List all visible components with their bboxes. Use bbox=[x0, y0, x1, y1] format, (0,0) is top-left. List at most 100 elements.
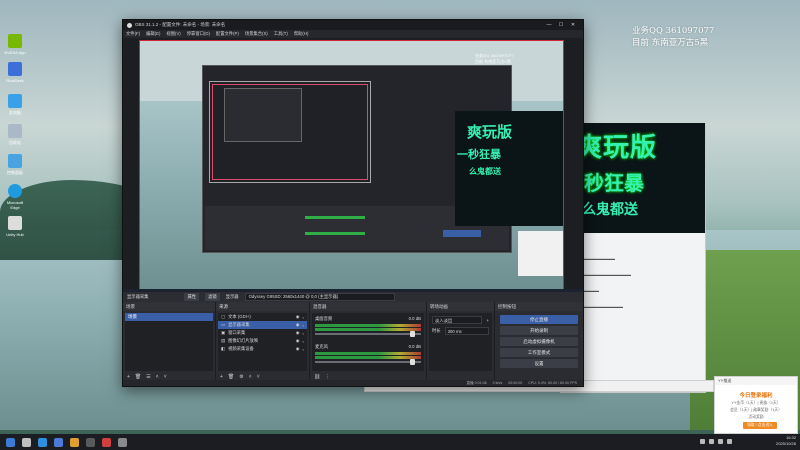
obs-titlebar: OBS 31.1.2 - 配置文件: 未命名 - 场景: 未命名 — ☐ ✕ bbox=[123, 20, 583, 30]
filter-icon[interactable]: ☰ bbox=[146, 374, 150, 380]
menu-view[interactable]: 视图(V) bbox=[166, 31, 180, 37]
source-item[interactable]: ▭ 显示器采集 ◉ ▫ bbox=[218, 321, 307, 329]
start-icon[interactable] bbox=[6, 437, 15, 447]
filters-button[interactable]: 滤镜 bbox=[205, 293, 220, 301]
clock[interactable]: 16:32 2025/10/28 bbox=[776, 435, 796, 447]
taskbar-app-icon[interactable] bbox=[38, 437, 47, 447]
lock-icon[interactable]: ▫ bbox=[302, 331, 304, 336]
slider-knob[interactable] bbox=[410, 331, 415, 337]
obs-window-title: OBS 31.1.2 - 配置文件: 未命名 - 场景: 未命名 bbox=[135, 22, 226, 27]
source-item[interactable]: ▣ 窗口采集 ◉ ▫ bbox=[218, 329, 307, 337]
link-icon[interactable]: ⛓ bbox=[314, 374, 320, 380]
watermark-line-1: 业务QQ 361097077 bbox=[632, 26, 715, 36]
mixer-channel-db: 0.0 dB bbox=[408, 344, 421, 349]
slider-knob[interactable] bbox=[410, 359, 415, 365]
notification-button[interactable]: 领取 / 点击进入 bbox=[743, 422, 777, 429]
stop-streaming-button[interactable]: 停止直播 bbox=[500, 315, 578, 324]
source-item[interactable]: ▢ 文本 (GDI+) ◉ ▫ bbox=[218, 313, 307, 321]
sources-list[interactable]: ▢ 文本 (GDI+) ◉ ▫ ▭ 显示器采集 ◉ ▫ ▣ 窗口采集 ◉ ▫ ▤ 图像幻灯片放映 ◉ ▫… bbox=[218, 313, 307, 371]
volume-slider[interactable] bbox=[315, 359, 421, 365]
lock-icon[interactable]: ▫ bbox=[302, 347, 304, 352]
menu-file[interactable]: 文件(F) bbox=[126, 31, 140, 37]
display-select[interactable]: Odyssey G95SD: 2560x1440 @ 0,0 (主显示器) bbox=[244, 293, 395, 301]
chevron-up-icon[interactable]: ˄ bbox=[156, 374, 159, 380]
rustdesk-icon bbox=[8, 62, 22, 76]
lock-icon[interactable]: ▫ bbox=[302, 323, 304, 328]
eye-icon[interactable]: ◉ bbox=[296, 338, 300, 344]
taskbar bbox=[0, 434, 800, 450]
desktop-icon-unity[interactable]: Unity Hub bbox=[4, 216, 26, 237]
recycle-bin-icon bbox=[8, 124, 22, 138]
notification-line: 会员（1天）| 勋章奖励（1天） bbox=[730, 408, 782, 412]
chevron-up-icon[interactable]: ˄ bbox=[249, 374, 252, 380]
preview-canvas[interactable]: 业务QQ 361097077 目前 东南亚万古5黑 爽玩版 一秒狂暴 么鬼都送 bbox=[139, 40, 564, 290]
chevron-down-icon[interactable]: ˅ bbox=[257, 374, 260, 380]
desktop-icon-this-pc[interactable]: 此电脑 bbox=[4, 94, 26, 116]
trash-icon[interactable]: 🗑 bbox=[228, 374, 234, 380]
tray-icon[interactable] bbox=[718, 439, 723, 444]
taskbar-app-icon[interactable] bbox=[54, 437, 63, 447]
window-icon: ▣ bbox=[221, 330, 226, 335]
menu-edit[interactable]: 编辑(E) bbox=[146, 31, 160, 37]
lock-icon[interactable]: ▫ bbox=[302, 315, 304, 320]
chevron-down-icon[interactable]: ˅ bbox=[164, 374, 167, 380]
tray-icon[interactable] bbox=[727, 439, 732, 444]
menu-scene-collection[interactable]: 场景集合(S) bbox=[245, 31, 268, 37]
more-icon[interactable]: ⋮ bbox=[325, 374, 330, 380]
taskbar-app-icon[interactable] bbox=[22, 437, 31, 447]
notification-popup[interactable]: YY推送 今日登录福利 YY金币（1天）| 贵族（1天） 会员（1天）| 勋章奖… bbox=[714, 376, 798, 434]
eye-icon[interactable]: ◉ bbox=[296, 314, 300, 320]
duration-label: 时长 bbox=[432, 328, 441, 333]
menu-profile[interactable]: 配置文件(P) bbox=[216, 31, 239, 37]
scene-item[interactable]: 场景 bbox=[125, 313, 213, 321]
tray-icon[interactable] bbox=[709, 439, 714, 444]
duration-input[interactable]: 300 ms bbox=[444, 327, 489, 335]
eye-icon[interactable]: ◉ bbox=[296, 322, 300, 328]
taskbar-app-icon[interactable] bbox=[70, 437, 79, 447]
desktop-icon-rustdesk[interactable]: RustDesk bbox=[4, 62, 26, 83]
text-icon: ▢ bbox=[221, 314, 226, 319]
audio-meter bbox=[315, 324, 421, 327]
desktop-icon-control-panel[interactable]: 控制面板 bbox=[4, 154, 26, 176]
gear-icon[interactable]: ⚙ bbox=[239, 374, 243, 380]
properties-button[interactable]: 属性 bbox=[184, 293, 200, 301]
taskbar-app-icon[interactable] bbox=[102, 437, 111, 447]
eye-icon[interactable]: ◉ bbox=[296, 346, 300, 352]
transitions-title: 转场动画 bbox=[427, 302, 494, 311]
mixer-channel-header: 桌面音频 0.0 dB bbox=[312, 313, 424, 323]
source-item[interactable]: ▤ 图像幻灯片放映 ◉ ▫ bbox=[218, 337, 307, 345]
trash-icon[interactable]: 🗑 bbox=[135, 374, 141, 380]
settings-button[interactable]: 设置 bbox=[500, 359, 578, 368]
menu-tools[interactable]: 工具(T) bbox=[274, 31, 288, 37]
menu-docks[interactable]: 停靠窗口(D) bbox=[187, 31, 210, 37]
nested-meter bbox=[305, 216, 365, 219]
scenes-list[interactable]: 场景 bbox=[125, 313, 213, 371]
desktop-icon-recycle-bin[interactable]: 回收站 bbox=[4, 124, 26, 146]
obs-window[interactable]: OBS 31.1.2 - 配置文件: 未命名 - 场景: 未命名 — ☐ ✕ 文… bbox=[122, 19, 584, 387]
virtual-camera-button[interactable]: 启动虚拟摄像机 bbox=[500, 337, 578, 346]
close-button[interactable]: ✕ bbox=[567, 22, 579, 28]
add-icon[interactable]: + bbox=[220, 374, 223, 380]
desktop-icon-nvidia[interactable]: NVIDIA App bbox=[4, 34, 26, 55]
taskbar-app-icon[interactable] bbox=[118, 437, 127, 447]
source-item[interactable]: ◧ 视频采集设备 ◉ ▫ bbox=[218, 345, 307, 353]
studio-mode-button[interactable]: 工作室模式 bbox=[500, 348, 578, 357]
add-icon[interactable]: + bbox=[486, 318, 489, 323]
obs-statusbar: 直播 0:01:08 0 kb/s 00:00:00 CPU: 0.4%, 60… bbox=[123, 380, 583, 386]
transition-select[interactable]: 淡入淡出 bbox=[432, 316, 483, 324]
tray-icon[interactable] bbox=[700, 439, 705, 444]
start-recording-button[interactable]: 开始录制 bbox=[500, 326, 578, 335]
image-icon: ▤ bbox=[221, 338, 226, 343]
minimize-button[interactable]: — bbox=[543, 22, 555, 28]
eye-icon[interactable]: ◉ bbox=[296, 330, 300, 336]
maximize-button[interactable]: ☐ bbox=[555, 22, 567, 28]
preview-area[interactable]: 业务QQ 361097077 目前 东南亚万古5黑 爽玩版 一秒狂暴 么鬼都送 bbox=[123, 38, 583, 301]
taskbar-app-icon[interactable] bbox=[86, 437, 95, 447]
nested-meter bbox=[305, 232, 365, 235]
lock-icon[interactable]: ▫ bbox=[302, 339, 304, 344]
desktop-icon-edge[interactable]: Microsoft Edge bbox=[4, 184, 26, 210]
menu-help[interactable]: 帮助(H) bbox=[294, 31, 309, 37]
volume-slider[interactable] bbox=[315, 331, 421, 337]
game-ad-line-1: 爽玩版 bbox=[576, 133, 658, 163]
add-icon[interactable]: + bbox=[127, 374, 130, 380]
